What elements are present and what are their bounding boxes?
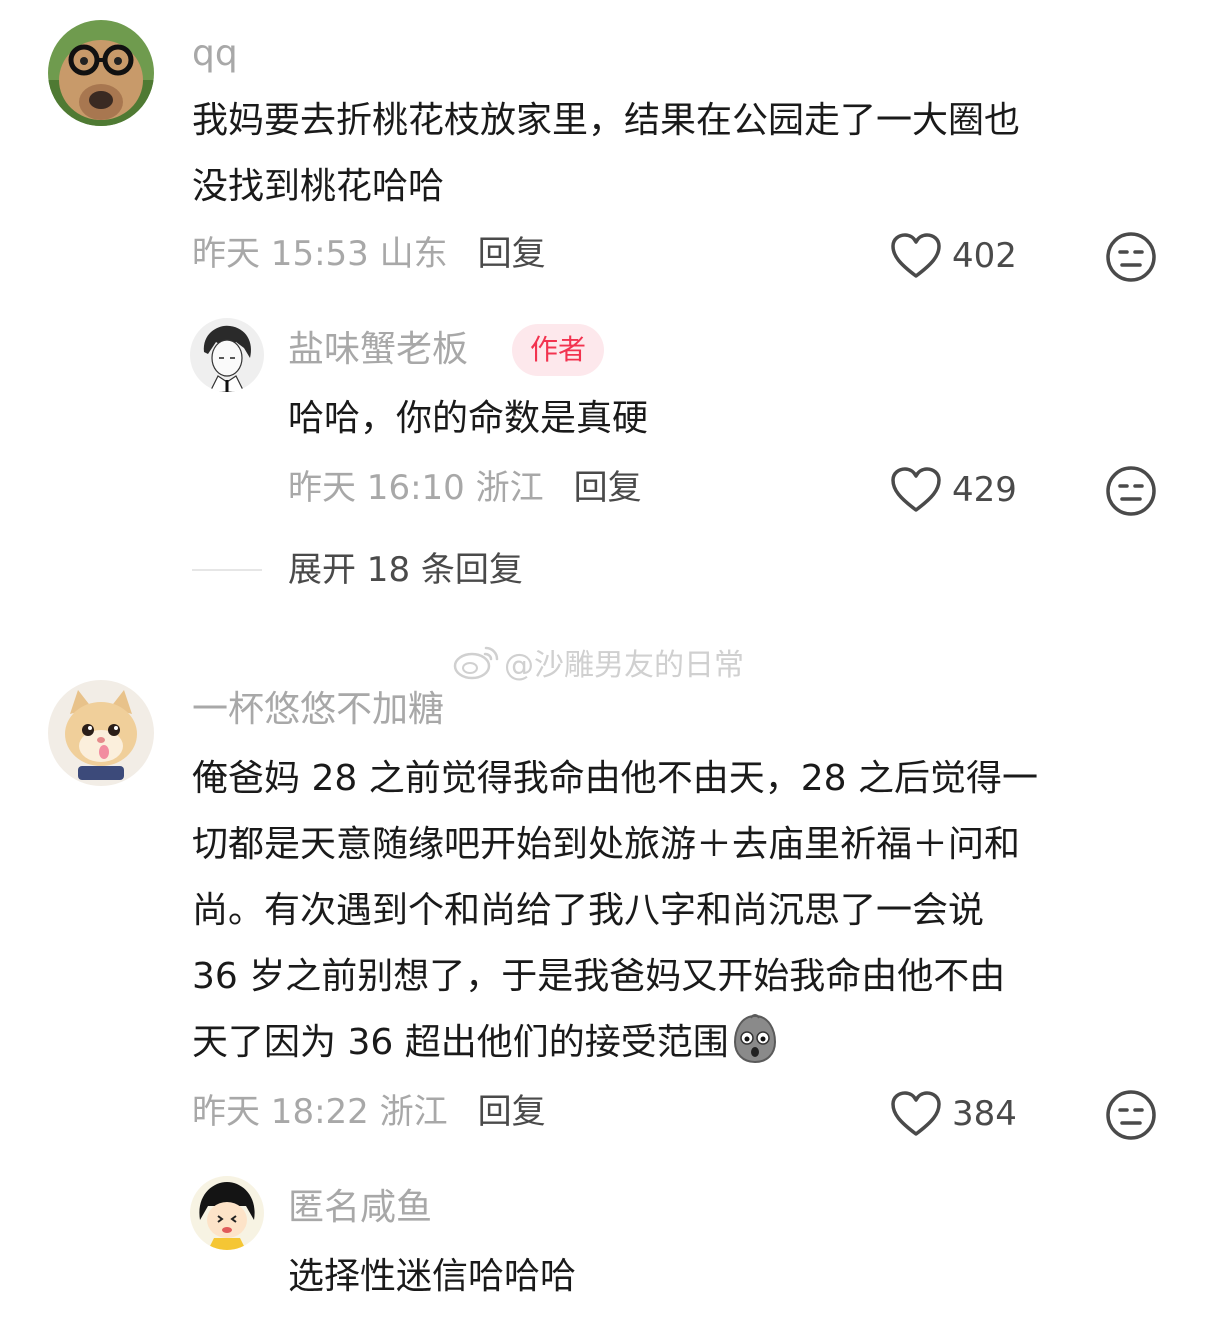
reply-text-line: 选择性迷信哈哈哈 <box>288 1256 577 1297</box>
comment-text-line: 切都是天意随缘吧开始到处旅游＋去庙里祈福＋问和 <box>192 824 1021 865</box>
expand-divider <box>192 569 262 571</box>
reply-text: 选择性迷信哈哈哈 <box>288 1244 576 1310</box>
expand-replies-button[interactable]: 展开 18 条回复 <box>288 548 523 592</box>
comment-username[interactable]: qq <box>192 32 238 76</box>
comment-text-line: 我妈要去折桃花枝放家里，结果在公园走了一大圈也 <box>192 100 1021 141</box>
heart-icon <box>891 467 941 512</box>
reply-button[interactable]: 回复 <box>478 234 546 274</box>
like-button[interactable]: 429 <box>890 466 1017 514</box>
reply-text-line: 哈哈，你的命数是真硬 <box>288 398 649 439</box>
cartoon-girl-avatar-icon <box>190 1176 264 1250</box>
comment-text: 我妈要去折桃花枝放家里，结果在公园走了一大圈也 没找到桃花哈哈 <box>192 88 1020 220</box>
like-count: 402 <box>952 236 1017 276</box>
reply-meta: 昨天 16:10 浙江 回复 <box>288 466 642 510</box>
comment-text-line: 俺爸妈 28 之前觉得我命由他不由天，28 之后觉得一 <box>192 758 1038 799</box>
reply-time: 昨天 16:10 浙江 <box>288 468 544 508</box>
reply-button[interactable]: 回复 <box>478 1092 546 1132</box>
comment-text: 俺爸妈 28 之前觉得我命由他不由天，28 之后觉得一 切都是天意随缘吧开始到处… <box>192 746 1038 1076</box>
avatar[interactable] <box>190 318 264 392</box>
dog-with-glasses-avatar-icon <box>48 20 154 126</box>
dislike-face-icon[interactable] <box>1104 464 1158 518</box>
reply-text: 哈哈，你的命数是真硬 <box>288 386 648 452</box>
avatar[interactable] <box>48 680 154 786</box>
dislike-face-icon[interactable] <box>1104 230 1158 284</box>
like-count: 429 <box>952 470 1017 510</box>
comment-username[interactable]: 一杯悠悠不加糖 <box>192 688 444 732</box>
reply-username[interactable]: 盐味蟹老板 <box>288 328 468 372</box>
heart-icon <box>891 233 941 278</box>
anime-boy-avatar-icon <box>190 318 264 392</box>
reply-button[interactable]: 回复 <box>574 468 642 508</box>
dislike-face-icon[interactable] <box>1104 1088 1158 1142</box>
watermark-text: @沙雕男友的日常 <box>504 648 744 683</box>
shocked-face-emoji-icon <box>733 1014 776 1064</box>
like-count: 384 <box>952 1094 1017 1134</box>
comment-text-line: 36 岁之前别想了，于是我爸妈又开始我命由他不由 <box>192 956 1006 997</box>
avatar[interactable] <box>48 20 154 126</box>
like-button[interactable]: 402 <box>890 232 1017 280</box>
comment-text-line: 尚。有次遇到个和尚给了我八字和尚沉思了一会说 <box>192 890 985 931</box>
watermark: @沙雕男友的日常 <box>452 640 744 684</box>
cat-avatar-icon <box>48 680 154 786</box>
comment-text-line: 没找到桃花哈哈 <box>192 166 445 207</box>
like-button[interactable]: 384 <box>890 1090 1017 1138</box>
avatar[interactable] <box>190 1176 264 1250</box>
comment-meta: 昨天 18:22 浙江 回复 <box>192 1090 546 1134</box>
comment-text-line: 天了因为 36 超出他们的接受范围 <box>192 1022 729 1063</box>
comment-meta: 昨天 15:53 山东 回复 <box>192 232 546 276</box>
comment-time: 昨天 18:22 浙江 <box>192 1092 448 1132</box>
author-badge: 作者 <box>512 324 605 376</box>
comment-text-line-last: 天了因为 36 超出他们的接受范围 <box>192 1010 1038 1076</box>
comment-time: 昨天 15:53 山东 <box>192 234 448 274</box>
heart-icon <box>891 1091 941 1136</box>
reply-username[interactable]: 匿名咸鱼 <box>288 1186 432 1230</box>
weibo-logo-icon <box>453 646 499 680</box>
